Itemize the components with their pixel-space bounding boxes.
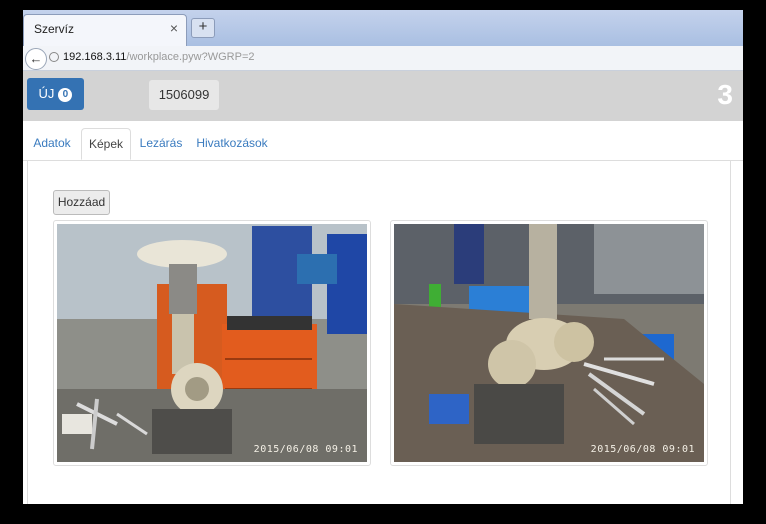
tab-lezaras[interactable]: Lezárás: [136, 128, 186, 160]
tab-adatok[interactable]: Adatok: [27, 128, 77, 160]
new-button-label: ÚJ: [38, 86, 55, 101]
app-header: ÚJ 0 1506099 3: [23, 71, 743, 121]
browser-window: Szervíz × + ← 192.168.3.11/workplace.pyw…: [23, 10, 743, 504]
workshop-photo-flange: [394, 224, 704, 462]
photo-timestamp: 2015/06/08 09:01: [590, 444, 695, 455]
url-path: /workplace.pyw?WGRP=2: [126, 51, 255, 63]
close-icon[interactable]: ×: [170, 20, 178, 36]
tab-kepek[interactable]: Képek: [81, 128, 131, 160]
image-thumbnail[interactable]: 2015/06/08 09:01: [53, 220, 371, 466]
header-count: 3: [717, 79, 733, 110]
add-image-button[interactable]: Hozzáad: [53, 190, 110, 215]
order-number: 1506099: [149, 80, 219, 110]
section-tabs: Adatok Képek Lezárás Hivatkozások: [23, 128, 743, 161]
globe-icon: [49, 52, 59, 62]
new-button[interactable]: ÚJ 0: [27, 78, 84, 110]
workshop-photo-valve: [57, 224, 367, 462]
tab-hivatkozasok[interactable]: Hivatkozások: [194, 128, 270, 160]
images-panel: Hozzáad 2015/06/08 09:01 2015/06/08 09:0…: [27, 160, 731, 504]
browser-tabstrip: Szervíz × +: [23, 10, 743, 46]
photo-timestamp: 2015/06/08 09:01: [253, 444, 358, 455]
image-thumbnail[interactable]: 2015/06/08 09:01: [390, 220, 708, 466]
browser-tab[interactable]: Szervíz ×: [23, 14, 187, 46]
url-host: 192.168.3.11: [63, 51, 127, 63]
browser-tab-title: Szervíz: [34, 22, 75, 36]
new-tab-button[interactable]: +: [191, 18, 215, 38]
address-bar[interactable]: ← 192.168.3.11/workplace.pyw?WGRP=2: [23, 46, 743, 71]
url-text[interactable]: 192.168.3.11/workplace.pyw?WGRP=2: [63, 51, 255, 63]
new-count-badge: 0: [58, 88, 73, 102]
back-arrow-icon[interactable]: ←: [25, 48, 47, 70]
